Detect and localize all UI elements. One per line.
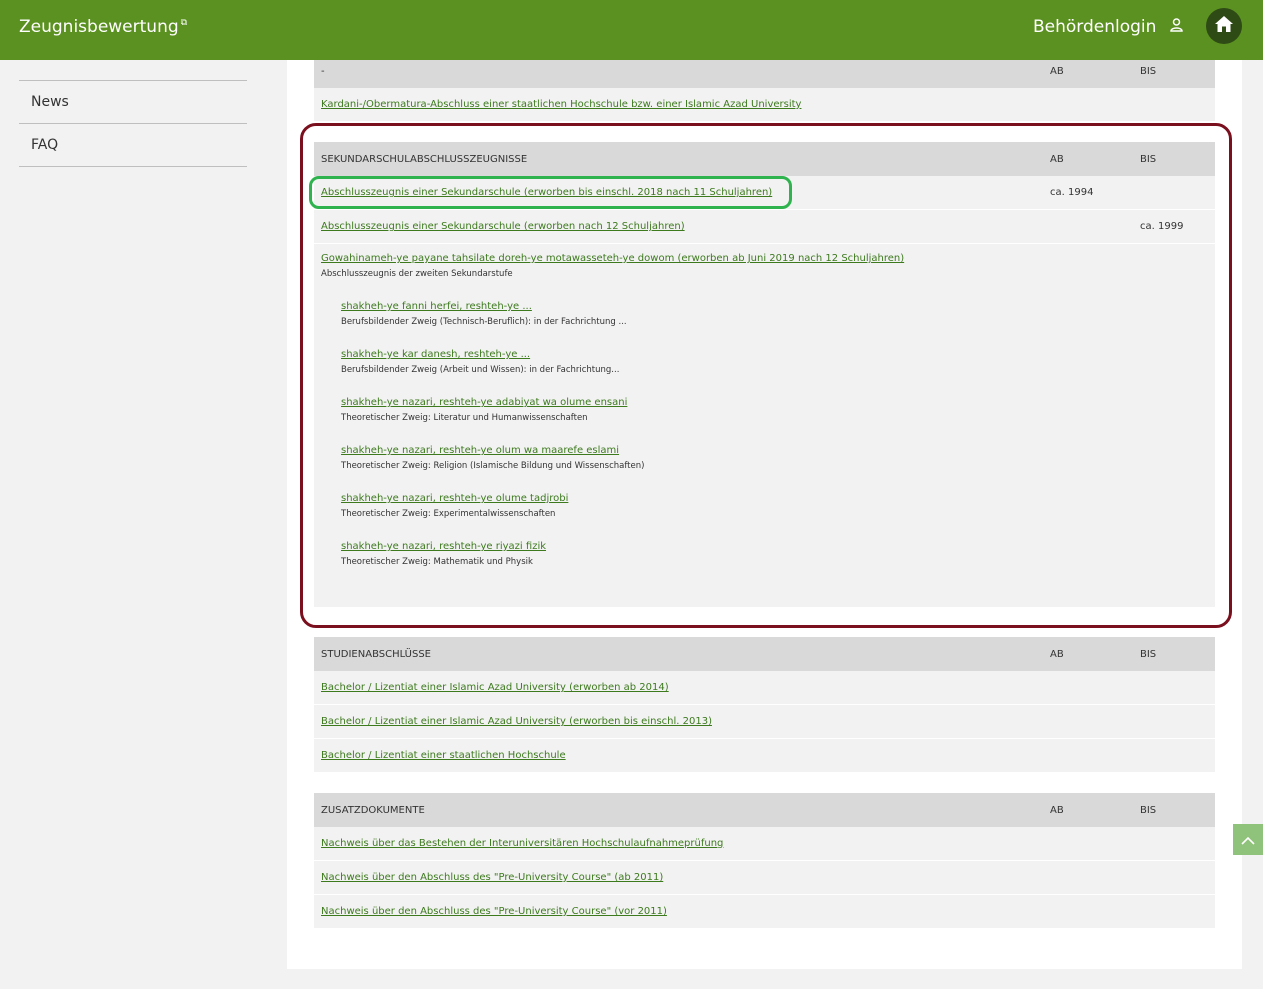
sub-degree-description: Berufsbildender Zweig (Arbeit und Wissen… [341, 365, 620, 375]
list-item: shakheh-ye nazari, reshteh-ye olume tadj… [321, 493, 1208, 519]
table-row: Nachweis über den Abschluss des "Pre-Uni… [314, 860, 1215, 895]
table-row: Kardani-/Obermatura-Abschluss einer staa… [314, 88, 1215, 122]
table-row: Abschlusszeugnis einer Sekundarschule (e… [314, 209, 1215, 244]
header-ab: AB [1043, 142, 1133, 176]
document-link[interactable]: Nachweis über das Bestehen der Interuniv… [321, 838, 723, 849]
sidebar-item-label: FAQ [31, 137, 59, 153]
header-ab: AB [1043, 793, 1133, 827]
table-header: STUDIENABSCHLÜSSE AB BIS [314, 637, 1215, 671]
table-top: - AB BIS Kardani-/Obermatura-Abschluss e… [314, 54, 1215, 122]
sub-degree-link[interactable]: shakheh-ye nazari, reshteh-ye adabiyat w… [341, 397, 627, 408]
table-row-group: Gowahinameh-ye payane tahsilate doreh-ye… [314, 243, 1215, 608]
sub-degree-description: Theoretischer Zweig: Mathematik und Phys… [341, 557, 533, 567]
to-value: ca. 1999 [1133, 209, 1215, 244]
top-header: Zeugnisbewertung ⧉ Behördenlogin [0, 0, 1263, 60]
brand-label: Zeugnisbewertung [19, 17, 179, 37]
sub-degree-description: Theoretischer Zweig: Experimentalwissens… [341, 509, 556, 519]
sub-degree-link[interactable]: shakheh-ye kar danesh, reshteh-ye ... [341, 349, 530, 360]
degree-link[interactable]: Bachelor / Lizentiat einer staatlichen H… [321, 750, 566, 761]
list-item: shakheh-ye nazari, reshteh-ye olum wa ma… [321, 445, 1208, 471]
document-link[interactable]: Nachweis über den Abschluss des "Pre-Uni… [321, 906, 667, 917]
sub-degree-description: Theoretischer Zweig: Religion (Islamisch… [341, 461, 645, 471]
header-label: ZUSATZDOKUMENTE [314, 793, 1043, 827]
home-icon [1214, 15, 1234, 37]
table-studies: STUDIENABSCHLÜSSE AB BIS Bachelor / Lize… [314, 637, 1215, 773]
table-secondary: SEKUNDARSCHULABSCHLUSSZEUGNISSE AB BIS A… [314, 142, 1215, 608]
sub-degree-description: Berufsbildender Zweig (Technisch-Berufli… [341, 317, 627, 327]
list-item: shakheh-ye kar danesh, reshteh-ye ... Be… [321, 349, 1208, 375]
degree-description: Abschlusszeugnis der zweiten Sekundarstu… [321, 269, 513, 279]
header-bis: BIS [1133, 793, 1215, 827]
header-label: STUDIENABSCHLÜSSE [314, 637, 1043, 671]
document-link[interactable]: Nachweis über den Abschluss des "Pre-Uni… [321, 872, 663, 883]
sidebar-item-faq[interactable]: FAQ [19, 124, 247, 167]
degree-link[interactable]: Abschlusszeugnis einer Sekundarschule (e… [321, 221, 685, 232]
brand-link[interactable]: Zeugnisbewertung ⧉ [19, 17, 187, 37]
user-icon [1170, 17, 1183, 37]
table-row: Abschlusszeugnis einer Sekundarschule (e… [314, 176, 1215, 210]
list-item: shakheh-ye nazari, reshteh-ye riyazi fiz… [321, 541, 1208, 567]
table-extra-documents: ZUSATZDOKUMENTE AB BIS Nachweis über das… [314, 793, 1215, 929]
external-link-icon: ⧉ [180, 18, 188, 29]
main-content: - AB BIS Kardani-/Obermatura-Abschluss e… [287, 54, 1242, 969]
table-row: Nachweis über das Bestehen der Interuniv… [314, 827, 1215, 861]
sub-degree-link[interactable]: shakheh-ye fanni herfei, reshteh-ye ... [341, 301, 532, 312]
header-bis: BIS [1133, 637, 1215, 671]
degree-link[interactable]: Gowahinameh-ye payane tahsilate doreh-ye… [321, 253, 904, 264]
sub-degree-link[interactable]: shakheh-ye nazari, reshteh-ye olume tadj… [341, 493, 568, 504]
sidebar-item-news[interactable]: News [19, 81, 247, 124]
degree-link[interactable]: Bachelor / Lizentiat einer Islamic Azad … [321, 716, 712, 727]
authority-login-link[interactable]: Behördenlogin [1033, 17, 1183, 37]
from-value: ca. 1994 [1043, 176, 1133, 210]
sub-degree-link[interactable]: shakheh-ye nazari, reshteh-ye olum wa ma… [341, 445, 619, 456]
sub-degree-link[interactable]: shakheh-ye nazari, reshteh-ye riyazi fiz… [341, 541, 546, 552]
from-value [1043, 209, 1133, 244]
table-row: Bachelor / Lizentiat einer Islamic Azad … [314, 704, 1215, 739]
login-label: Behördenlogin [1033, 17, 1157, 37]
header-bis: BIS [1133, 142, 1215, 176]
table-header: ZUSATZDOKUMENTE AB BIS [314, 793, 1215, 827]
header-ab: AB [1043, 637, 1133, 671]
degree-link[interactable]: Kardani-/Obermatura-Abschluss einer staa… [321, 99, 801, 110]
degree-link[interactable]: Bachelor / Lizentiat einer Islamic Azad … [321, 682, 669, 693]
table-header: SEKUNDARSCHULABSCHLUSSZEUGNISSE AB BIS [314, 142, 1215, 176]
table-row: Nachweis über den Abschluss des "Pre-Uni… [314, 894, 1215, 929]
table-row: Bachelor / Lizentiat einer Islamic Azad … [314, 671, 1215, 705]
header-label: SEKUNDARSCHULABSCHLUSSZEUGNISSE [314, 142, 1043, 176]
to-value [1133, 176, 1215, 210]
list-item: shakheh-ye nazari, reshteh-ye adabiyat w… [321, 397, 1208, 423]
list-item: shakheh-ye fanni herfei, reshteh-ye ... … [321, 301, 1208, 327]
sub-degree-description: Theoretischer Zweig: Literatur und Human… [341, 413, 588, 423]
table-row: Bachelor / Lizentiat einer staatlichen H… [314, 738, 1215, 773]
degree-link[interactable]: Abschlusszeugnis einer Sekundarschule (e… [321, 187, 772, 198]
sidebar-item-label: News [31, 94, 69, 110]
home-button[interactable] [1206, 8, 1242, 44]
chevron-up-icon [1241, 830, 1255, 849]
scroll-to-top-button[interactable] [1233, 824, 1263, 855]
